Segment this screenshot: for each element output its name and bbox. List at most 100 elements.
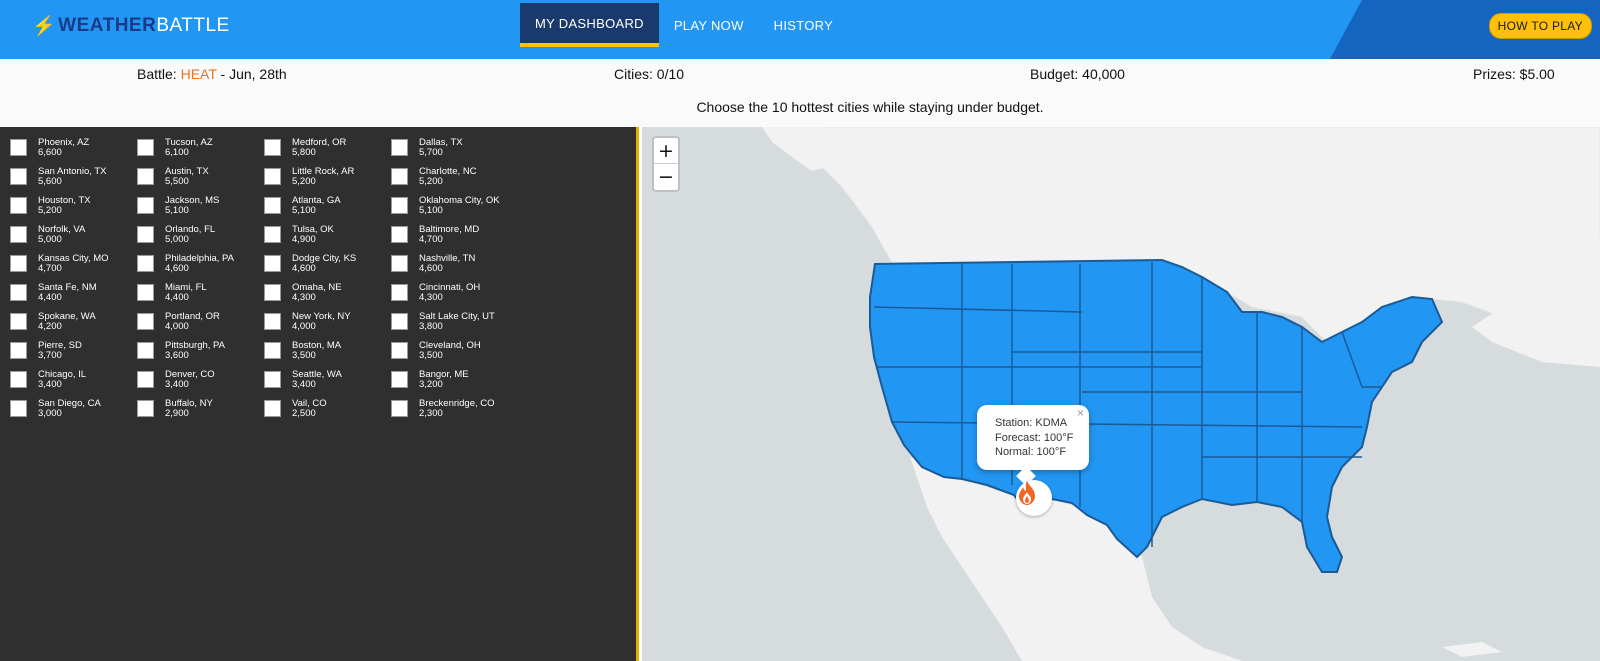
city-option[interactable]: Pierre, SD 3,700 <box>0 340 125 367</box>
city-cost: 5,600 <box>38 176 62 187</box>
city-option[interactable]: San Antonio, TX 5,600 <box>0 166 125 193</box>
city-checkbox[interactable] <box>264 168 281 185</box>
city-option[interactable]: Philadelphia, PA 4,600 <box>127 253 252 280</box>
city-option[interactable]: Omaha, NE 4,300 <box>254 282 379 309</box>
city-checkbox[interactable] <box>10 226 27 243</box>
city-checkbox[interactable] <box>137 139 154 156</box>
city-checkbox[interactable] <box>10 371 27 388</box>
nav-play-now[interactable]: PLAY NOW <box>659 3 759 47</box>
map-canvas[interactable] <box>642 127 1600 661</box>
city-checkbox[interactable] <box>391 313 408 330</box>
city-option[interactable]: Tucson, AZ 6,100 <box>127 137 252 164</box>
city-option[interactable]: Jackson, MS 5,100 <box>127 195 252 222</box>
city-checkbox[interactable] <box>137 313 154 330</box>
city-checkbox[interactable] <box>10 313 27 330</box>
city-cost: 5,100 <box>419 205 443 216</box>
city-checkbox[interactable] <box>391 139 408 156</box>
city-checkbox[interactable] <box>10 197 27 214</box>
city-option[interactable]: Cincinnati, OH 4,300 <box>381 282 506 309</box>
city-checkbox[interactable] <box>391 342 408 359</box>
city-option[interactable]: Cleveland, OH 3,500 <box>381 340 506 367</box>
city-checkbox[interactable] <box>264 342 281 359</box>
city-option[interactable]: Vail, CO 2,500 <box>254 398 379 425</box>
nav-my-dashboard[interactable]: MY DASHBOARD <box>520 3 659 47</box>
city-option[interactable]: Norfolk, VA 5,000 <box>0 224 125 251</box>
city-checkbox[interactable] <box>264 400 281 417</box>
city-option[interactable]: Baltimore, MD 4,700 <box>381 224 506 251</box>
city-option[interactable]: Breckenridge, CO 2,300 <box>381 398 506 425</box>
nav-history[interactable]: HISTORY <box>759 3 848 47</box>
city-checkbox[interactable] <box>264 284 281 301</box>
logo[interactable]: ⚡ WEATHER BATTLE <box>32 14 230 38</box>
city-checkbox[interactable] <box>137 168 154 185</box>
city-option[interactable]: Spokane, WA 4,200 <box>0 311 125 338</box>
city-checkbox[interactable] <box>264 255 281 272</box>
station-popup: × Station: KDMA Forecast: 100°F Normal: … <box>977 405 1089 470</box>
city-option[interactable]: Atlanta, GA 5,100 <box>254 195 379 222</box>
zoom-in-button[interactable]: + <box>654 138 678 164</box>
city-checkbox[interactable] <box>10 255 27 272</box>
city-checkbox[interactable] <box>264 139 281 156</box>
city-checkbox[interactable] <box>10 400 27 417</box>
city-option[interactable]: Medford, OR 5,800 <box>254 137 379 164</box>
city-checkbox[interactable] <box>391 168 408 185</box>
city-option[interactable]: Oklahoma City, OK 5,100 <box>381 195 506 222</box>
city-checkbox[interactable] <box>391 284 408 301</box>
city-option[interactable]: Santa Fe, NM 4,400 <box>0 282 125 309</box>
city-option[interactable]: Orlando, FL 5,000 <box>127 224 252 251</box>
city-checkbox[interactable] <box>264 197 281 214</box>
city-checkbox[interactable] <box>137 226 154 243</box>
city-checkbox[interactable] <box>137 197 154 214</box>
city-option[interactable]: Portland, OR 4,000 <box>127 311 252 338</box>
city-checkbox[interactable] <box>137 342 154 359</box>
city-checkbox[interactable] <box>264 313 281 330</box>
city-option[interactable]: New York, NY 4,000 <box>254 311 379 338</box>
city-option[interactable]: Pittsburgh, PA 3,600 <box>127 340 252 367</box>
flame-icon <box>1019 481 1035 505</box>
city-checkbox[interactable] <box>264 226 281 243</box>
city-cost: 3,500 <box>419 350 443 361</box>
city-option[interactable]: Buffalo, NY 2,900 <box>127 398 252 425</box>
city-cost: 5,200 <box>419 176 443 187</box>
city-checkbox[interactable] <box>137 371 154 388</box>
city-checkbox[interactable] <box>391 197 408 214</box>
city-option[interactable]: Kansas City, MO 4,700 <box>0 253 125 280</box>
city-checkbox[interactable] <box>391 400 408 417</box>
station-marker[interactable] <box>1016 480 1052 516</box>
how-to-play-button[interactable]: HOW TO PLAY <box>1488 13 1592 39</box>
city-option[interactable]: Houston, TX 5,200 <box>0 195 125 222</box>
city-option[interactable]: Dodge City, KS 4,600 <box>254 253 379 280</box>
city-option[interactable]: Bangor, ME 3,200 <box>381 369 506 396</box>
city-option[interactable]: Chicago, IL 3,400 <box>0 369 125 396</box>
city-checkbox[interactable] <box>137 284 154 301</box>
city-option[interactable]: Tulsa, OK 4,900 <box>254 224 379 251</box>
city-option[interactable]: San Diego, CA 3,000 <box>0 398 125 425</box>
city-checkbox[interactable] <box>391 371 408 388</box>
city-cost: 4,700 <box>38 263 62 274</box>
city-option[interactable]: Charlotte, NC 5,200 <box>381 166 506 193</box>
city-cost: 4,300 <box>419 292 443 303</box>
city-option[interactable]: Salt Lake City, UT 3,800 <box>381 311 506 338</box>
city-option[interactable]: Phoenix, AZ 6,600 <box>0 137 125 164</box>
city-option[interactable]: Austin, TX 5,500 <box>127 166 252 193</box>
city-option[interactable]: Miami, FL 4,400 <box>127 282 252 309</box>
city-checkbox[interactable] <box>137 400 154 417</box>
city-checkbox[interactable] <box>10 342 27 359</box>
city-option[interactable]: Dallas, TX 5,700 <box>381 137 506 164</box>
city-checkbox[interactable] <box>10 139 27 156</box>
city-option[interactable]: Denver, CO 3,400 <box>127 369 252 396</box>
city-cost: 3,600 <box>165 350 189 361</box>
city-option[interactable]: Nashville, TN 4,600 <box>381 253 506 280</box>
city-checkbox[interactable] <box>264 371 281 388</box>
city-option[interactable]: Seattle, WA 3,400 <box>254 369 379 396</box>
zoom-out-button[interactable]: − <box>654 164 678 190</box>
city-checkbox[interactable] <box>137 255 154 272</box>
city-checkbox[interactable] <box>391 226 408 243</box>
map[interactable]: + − × Station: KDMA Forecast: 100°F Norm… <box>642 127 1600 661</box>
city-option[interactable]: Little Rock, AR 5,200 <box>254 166 379 193</box>
city-checkbox[interactable] <box>10 168 27 185</box>
city-checkbox[interactable] <box>391 255 408 272</box>
city-option[interactable]: Boston, MA 3,500 <box>254 340 379 367</box>
city-checkbox[interactable] <box>10 284 27 301</box>
popup-close-button[interactable]: × <box>1077 406 1084 421</box>
